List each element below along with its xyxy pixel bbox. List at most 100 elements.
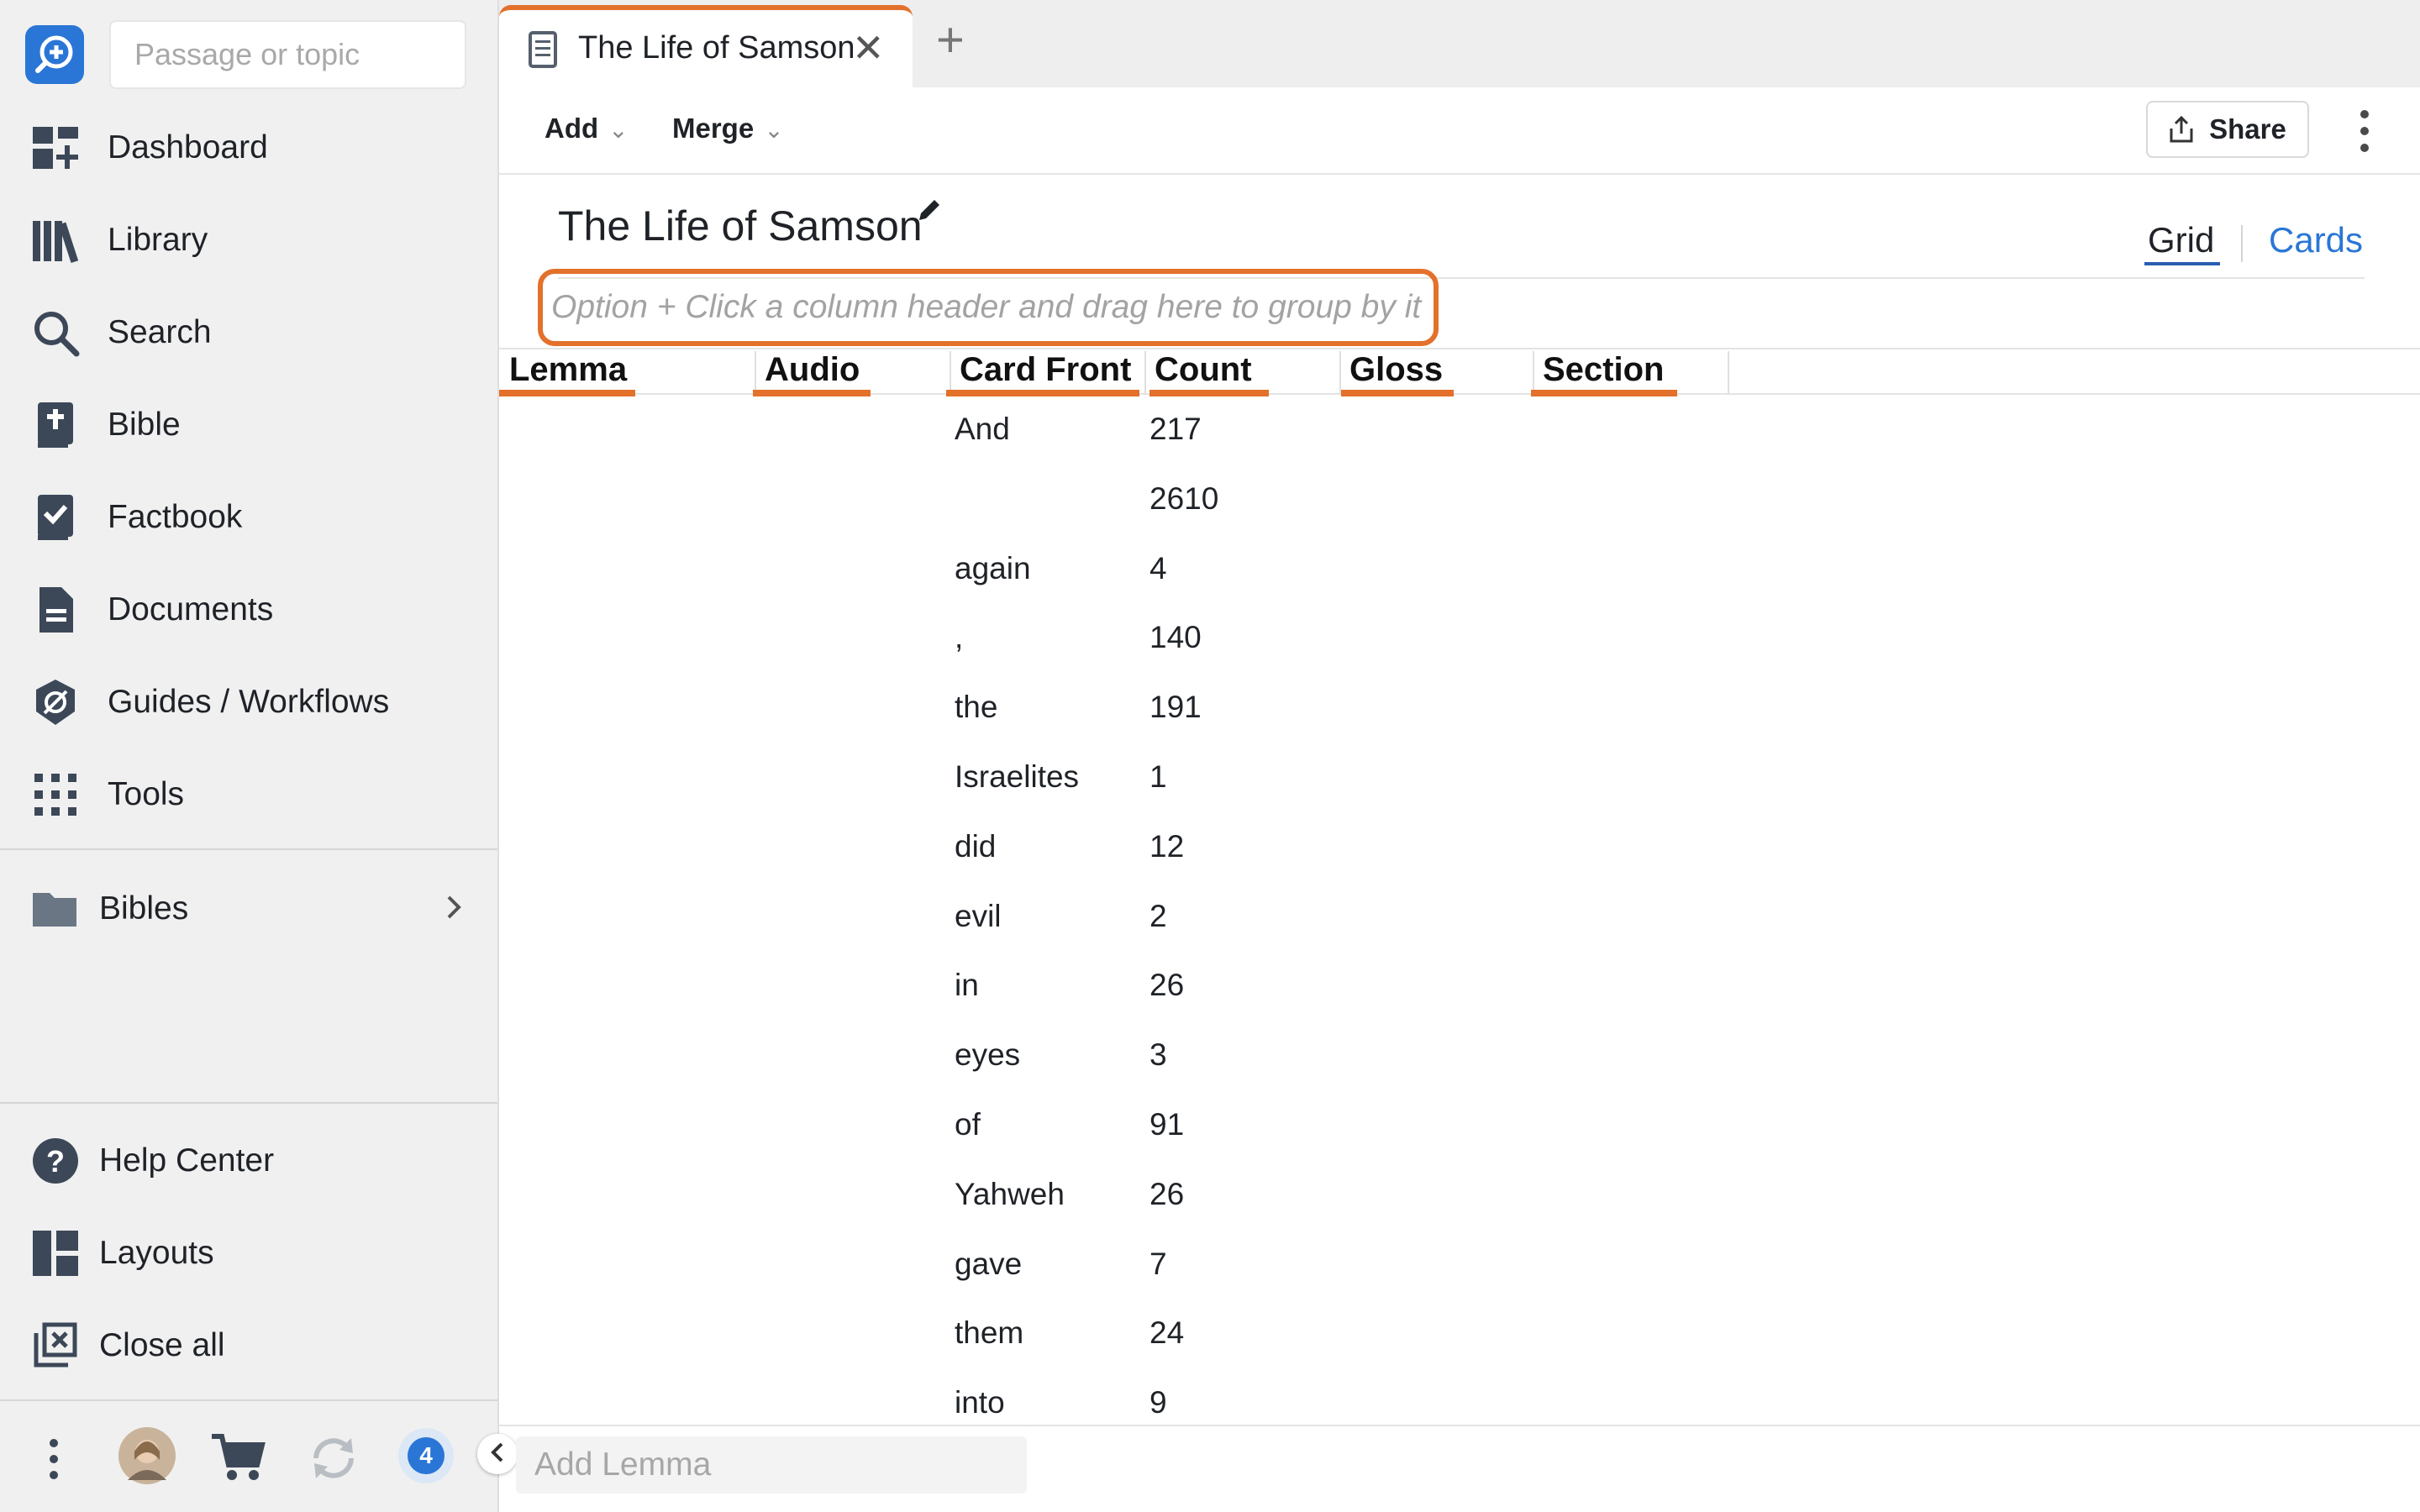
cell-count[interactable]: 9 — [1150, 1385, 1167, 1420]
cell-card-front[interactable]: Israelites — [955, 759, 1079, 795]
nav-label: Bible — [108, 407, 181, 443]
column-highlight — [1341, 390, 1454, 396]
cell-card-front[interactable]: evil — [955, 899, 1002, 934]
merge-label: Merge — [672, 113, 755, 144]
avatar[interactable] — [118, 1426, 176, 1489]
nav-label: Close all — [99, 1327, 225, 1363]
cell-card-front[interactable]: did — [955, 829, 996, 864]
folder-bibles[interactable]: Bibles — [0, 867, 496, 951]
passage-search-input[interactable]: Passage or topic — [109, 20, 466, 89]
grid-top-border — [499, 348, 2420, 349]
cell-card-front[interactable]: Yahweh — [955, 1177, 1065, 1212]
cell-card-front[interactable]: of — [955, 1107, 981, 1142]
nav-close-all[interactable]: Close all — [0, 1304, 496, 1388]
cell-card-front[interactable]: , — [955, 620, 963, 655]
cell-count[interactable]: 7 — [1150, 1247, 1167, 1282]
cell-card-front[interactable]: the — [955, 690, 997, 725]
column-header-gloss[interactable]: Gloss — [1339, 351, 1534, 395]
share-button[interactable]: Share — [2146, 101, 2309, 158]
column-header-card-front[interactable]: Card Front — [950, 351, 1146, 395]
nav-library[interactable]: Library — [0, 198, 496, 282]
cell-count[interactable]: 2610 — [1150, 481, 1218, 517]
cell-count[interactable]: 3 — [1150, 1037, 1167, 1073]
column-header-audio[interactable]: Audio — [755, 351, 951, 395]
nav-label: Help Center — [99, 1142, 275, 1179]
nav-layouts[interactable]: Layouts — [0, 1211, 496, 1295]
cell-count[interactable]: 4 — [1150, 551, 1167, 586]
bible-icon — [30, 400, 81, 450]
sync-icon[interactable] — [308, 1433, 360, 1488]
cell-count[interactable]: 191 — [1150, 690, 1202, 725]
cell-card-front[interactable]: them — [955, 1315, 1023, 1351]
cell-count[interactable]: 24 — [1150, 1315, 1184, 1351]
chevron-left-icon — [489, 1441, 506, 1468]
add-label: Add — [544, 113, 599, 144]
view-grid-tab[interactable]: Grid — [2148, 220, 2214, 260]
column-header-section[interactable]: Section — [1533, 351, 1729, 395]
documents-icon — [30, 585, 81, 635]
nav-documents[interactable]: Documents — [0, 568, 496, 652]
view-cards-tab[interactable]: Cards — [2269, 220, 2363, 260]
cell-count[interactable]: 2 — [1150, 899, 1167, 934]
sidebar-divider — [0, 1102, 497, 1104]
factbook-icon — [30, 492, 81, 543]
cell-count[interactable]: 140 — [1150, 620, 1202, 655]
add-row-divider — [499, 1425, 2420, 1426]
chevron-down-icon: ⌄ — [764, 117, 784, 143]
column-highlight — [1150, 390, 1269, 396]
sidebar: Passage or topic Dashboard Library Searc… — [0, 0, 499, 1512]
nav-label: Documents — [108, 591, 274, 627]
nav-guides-workflows[interactable]: Guides / Workflows — [0, 660, 496, 744]
nav-tools[interactable]: Tools — [0, 753, 496, 837]
edit-title-icon[interactable] — [916, 197, 943, 223]
nav-search[interactable]: Search — [0, 291, 496, 375]
more-vertical-icon[interactable] — [44, 1438, 64, 1484]
nav-factbook[interactable]: Factbook — [0, 475, 496, 559]
nav-label: Dashboard — [108, 129, 268, 165]
cell-count[interactable]: 217 — [1150, 412, 1202, 447]
app-logo-icon[interactable] — [25, 25, 84, 84]
collapse-sidebar-button[interactable] — [477, 1434, 518, 1474]
view-separator — [2241, 225, 2243, 262]
folder-icon — [30, 884, 81, 934]
tab-bar: The Life of Samson ✕ + — [499, 0, 2420, 87]
cell-card-front[interactable]: gave — [955, 1247, 1022, 1282]
more-options-icon[interactable] — [2348, 106, 2381, 156]
cell-card-front[interactable]: into — [955, 1385, 1005, 1420]
nav-label: Guides / Workflows — [108, 684, 390, 720]
close-tab-icon[interactable]: ✕ — [852, 25, 885, 71]
add-lemma-input[interactable]: Add Lemma — [516, 1436, 1027, 1494]
tools-icon — [30, 769, 81, 820]
nav-dashboard[interactable]: Dashboard — [0, 106, 496, 190]
column-highlight — [753, 390, 871, 396]
group-by-drop-zone[interactable]: Option + Click a column header and drag … — [538, 269, 1439, 346]
cell-card-front[interactable]: again — [955, 551, 1031, 586]
cart-icon[interactable] — [210, 1431, 266, 1486]
document-icon — [528, 30, 558, 73]
column-highlight — [1531, 390, 1677, 396]
cell-card-front[interactable]: in — [955, 968, 979, 1003]
cell-count[interactable]: 26 — [1150, 1177, 1184, 1212]
dashboard-icon — [30, 123, 81, 173]
column-header-lemma[interactable]: Lemma — [499, 351, 756, 395]
document-title[interactable]: The Life of Samson — [558, 202, 923, 250]
column-highlight — [946, 390, 1139, 396]
cell-count[interactable]: 12 — [1150, 829, 1184, 864]
cell-count[interactable]: 91 — [1150, 1107, 1184, 1142]
guides-icon — [30, 677, 81, 727]
cell-card-front[interactable]: And — [955, 412, 1010, 447]
cell-card-front[interactable]: eyes — [955, 1037, 1020, 1073]
nav-bible[interactable]: Bible — [0, 383, 496, 467]
nav-label: Factbook — [108, 499, 243, 535]
column-header-count[interactable]: Count — [1144, 351, 1341, 395]
add-menu-button[interactable]: Add ⌄ — [544, 113, 629, 144]
new-tab-button[interactable]: + — [936, 12, 965, 68]
merge-menu-button[interactable]: Merge ⌄ — [672, 113, 784, 144]
notifications-badge[interactable]: 4 — [398, 1428, 454, 1483]
close-all-icon — [30, 1320, 81, 1371]
cell-count[interactable]: 26 — [1150, 968, 1184, 1003]
tab-life-of-samson[interactable]: The Life of Samson ✕ — [499, 5, 913, 87]
cell-count[interactable]: 1 — [1150, 759, 1167, 795]
sidebar-divider — [0, 848, 497, 850]
nav-help-center[interactable]: ? Help Center — [0, 1119, 496, 1203]
